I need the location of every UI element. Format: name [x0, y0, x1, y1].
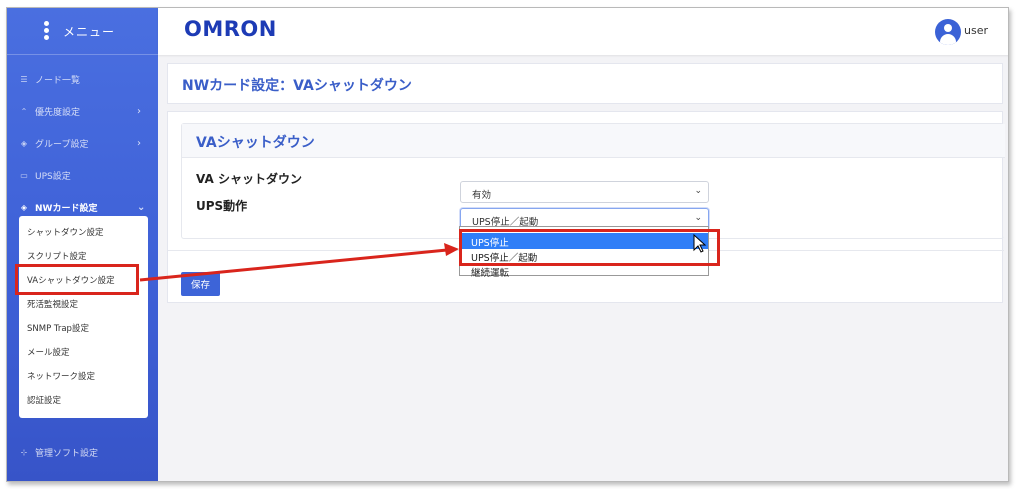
- submenu-item-script[interactable]: スクリプト設定: [27, 250, 87, 262]
- va-shutdown-label: VA シャットダウン: [196, 172, 302, 186]
- list-icon: ☰: [20, 74, 28, 84]
- submenu-item-heartbeat[interactable]: 死活監視設定: [27, 298, 78, 310]
- layers-icon: ◈: [20, 202, 28, 212]
- sidebar-item-node-list[interactable]: ☰ ノード一覧: [7, 67, 158, 91]
- user-avatar-icon[interactable]: [935, 19, 961, 45]
- chevron-down-icon: ⌄: [694, 186, 702, 196]
- ups-action-label: UPS動作: [196, 199, 248, 213]
- sidebar-item-ups[interactable]: ▭ UPS設定: [7, 163, 158, 187]
- priority-icon: ⌃: [20, 106, 28, 116]
- sidebar-item-label: 管理ソフト設定: [35, 448, 99, 459]
- chevron-down-icon: ⌄: [694, 213, 702, 223]
- submenu-item-network[interactable]: ネットワーク設定: [27, 370, 95, 382]
- submenu-item-mail[interactable]: メール設定: [27, 346, 70, 358]
- submenu-item-auth[interactable]: 認証設定: [27, 394, 61, 406]
- sidebar-item-priority[interactable]: ⌃ 優先度設定 ›: [7, 99, 158, 123]
- va-shutdown-panel: VAシャットダウン VA シャットダウン 有効 ⌄ UPS動作 UPS停止／起動…: [181, 123, 1005, 239]
- page-header: NWカード設定：VAシャットダウン: [167, 63, 1003, 104]
- layers-icon: ◈: [20, 138, 28, 148]
- chevron-right-icon: ›: [137, 105, 141, 117]
- user-name[interactable]: user: [964, 24, 988, 37]
- submenu-item-shutdown[interactable]: シャットダウン設定: [27, 226, 104, 238]
- select-value: 有効: [472, 190, 492, 201]
- menu-header[interactable]: メニュー: [7, 8, 158, 55]
- sidebar: メニュー ☰ ノード一覧 ⌃ 優先度設定 › ◈ グループ設定 › ▭ UPS設…: [7, 8, 158, 481]
- chevron-right-icon: ›: [137, 137, 141, 149]
- va-shutdown-select[interactable]: 有効 ⌄: [460, 181, 709, 203]
- submenu-item-snmp-trap[interactable]: SNMP Trap設定: [27, 322, 89, 334]
- page-title: NWカード設定：VAシャットダウン: [182, 78, 412, 94]
- topbar: OMRON user: [158, 8, 1008, 55]
- submenu: シャットダウン設定 スクリプト設定 VAシャットダウン設定 死活監視設定 SNM…: [19, 216, 148, 418]
- sidebar-item-label: ノード一覧: [35, 75, 81, 86]
- kebab-menu-icon: [44, 21, 50, 41]
- sidebar-item-label: 優先度設定: [35, 107, 81, 118]
- annotation-highlight-options: [459, 229, 720, 266]
- battery-icon: ▭: [20, 170, 28, 180]
- panel-header: VAシャットダウン: [182, 124, 1005, 158]
- chevron-down-icon: ⌄: [137, 201, 146, 213]
- menu-title: メニュー: [63, 25, 116, 39]
- annotation-highlight-submenu: [15, 264, 139, 295]
- panel-title: VAシャットダウン: [196, 135, 315, 151]
- sidebar-item-label: UPS設定: [35, 171, 71, 182]
- save-button[interactable]: 保存: [181, 272, 220, 296]
- sidebar-item-group[interactable]: ◈ グループ設定 ›: [7, 131, 158, 155]
- sidebar-item-mgmt-soft[interactable]: ⊹ 管理ソフト設定: [7, 440, 158, 464]
- sidebar-item-label: NWカード設定: [35, 203, 98, 214]
- network-icon: ⊹: [20, 447, 28, 457]
- omron-logo: OMRON: [184, 17, 277, 41]
- sidebar-item-label: グループ設定: [35, 139, 89, 150]
